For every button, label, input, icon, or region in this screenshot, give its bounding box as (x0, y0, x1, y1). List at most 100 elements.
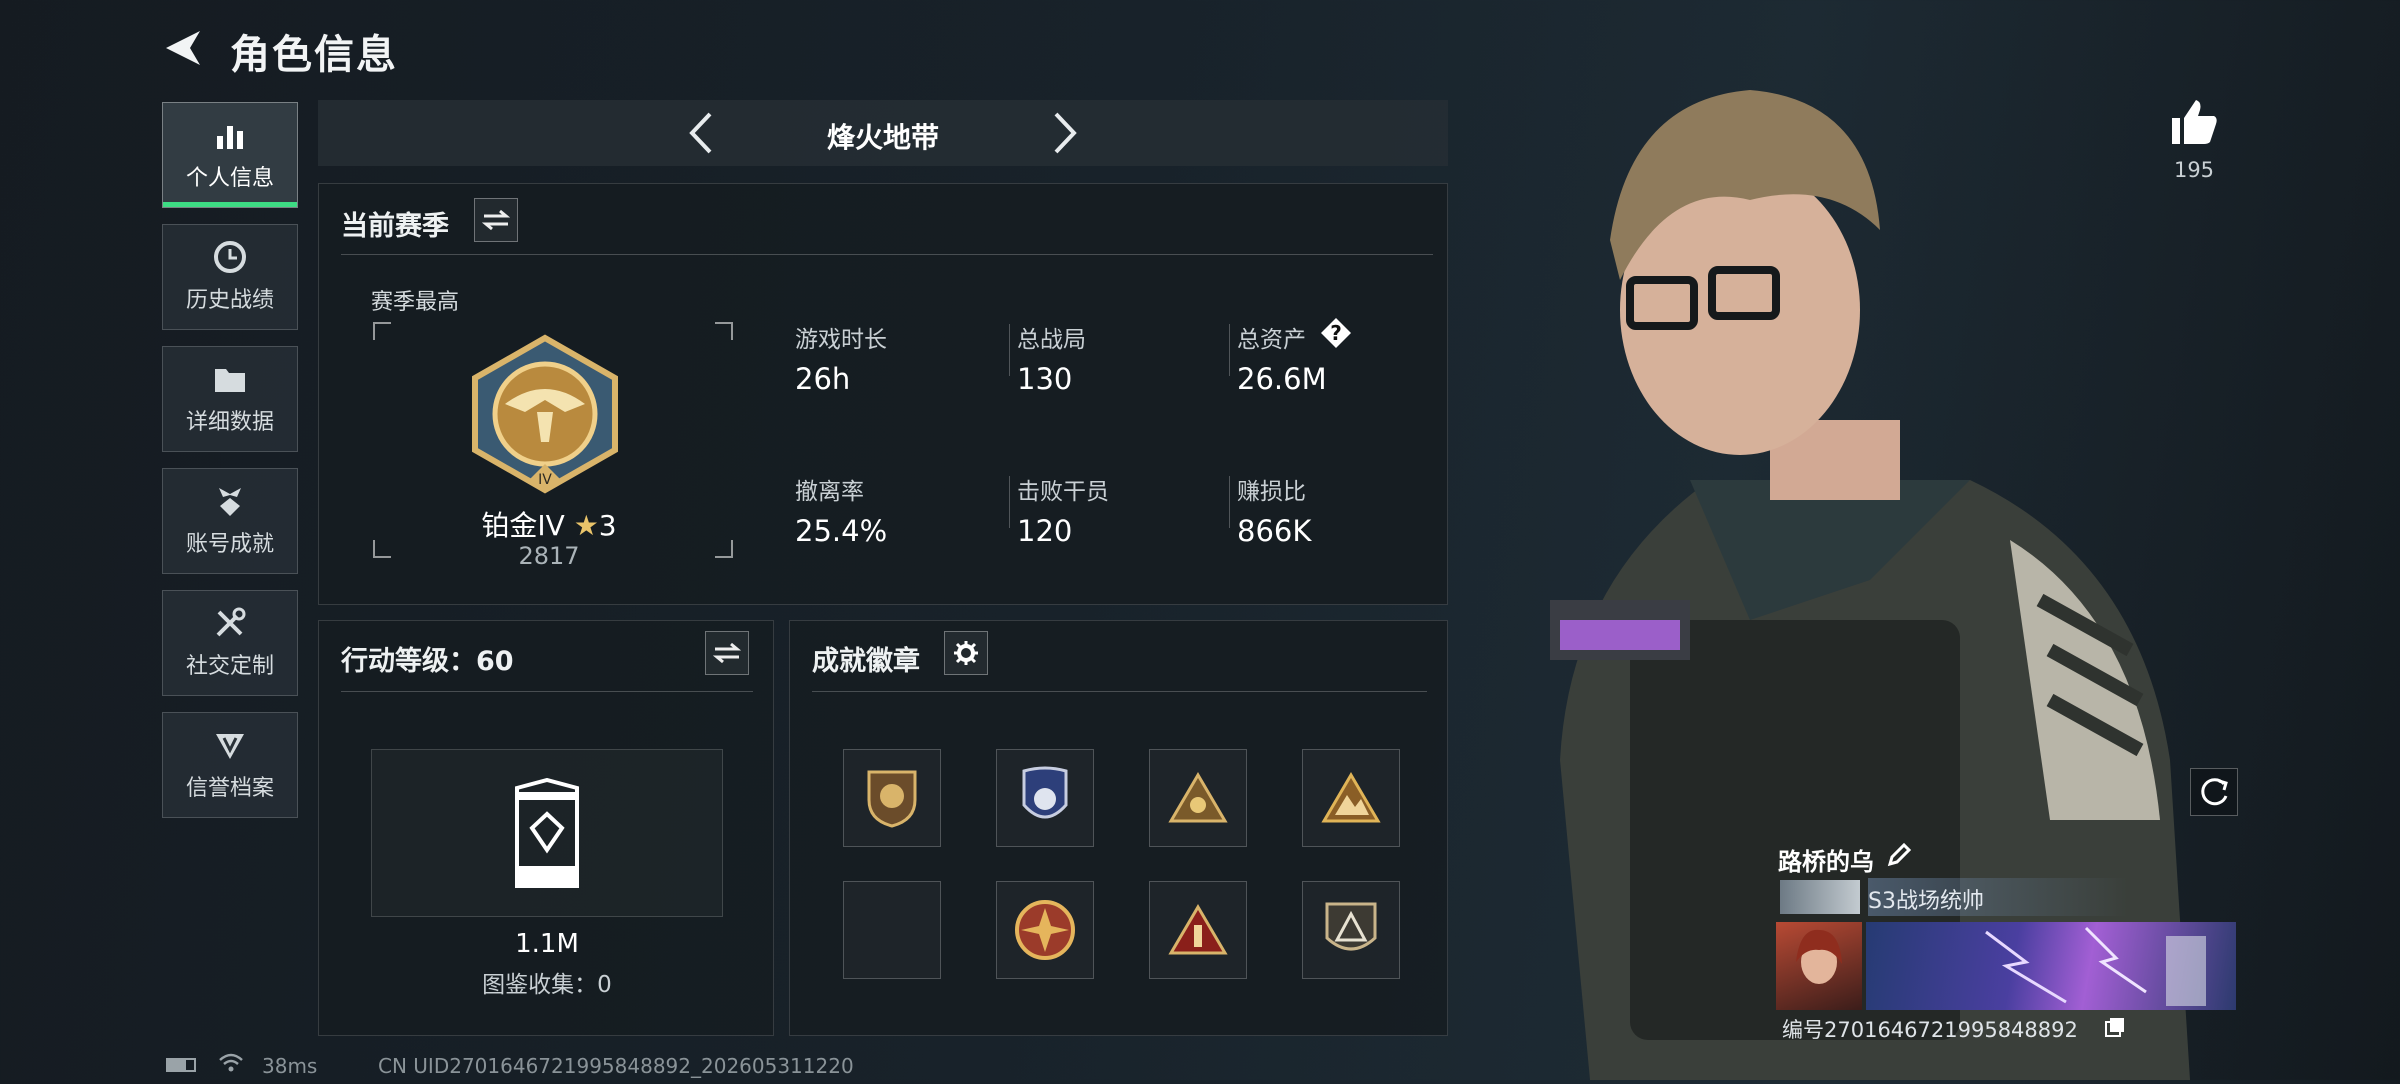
like-button[interactable] (2168, 96, 2220, 148)
display-case-icon (515, 778, 579, 888)
divider (341, 254, 1433, 255)
badges-panel: 成就徽章 (789, 620, 1448, 1036)
badge-slot-empty[interactable] (843, 881, 941, 979)
sidebar-item-label: 信誉档案 (185, 776, 274, 801)
collection-card[interactable] (371, 749, 723, 917)
stat-label: 击败干员 (1017, 479, 1109, 505)
sidebar-item-details[interactable]: 详细数据 (162, 346, 298, 452)
lightning-banner-art (1985, 926, 2206, 1006)
sidebar-item-label: 历史战绩 (185, 288, 274, 313)
svg-text:IV: IV (538, 472, 552, 488)
divider (1229, 476, 1230, 528)
player-name: 路桥的乌 (1778, 848, 1874, 876)
sidebar-item-label: 账号成就 (185, 532, 274, 557)
triangle-shield-badge-icon (1325, 902, 1377, 951)
pencil-icon (1887, 842, 1912, 867)
sidebar-item-personal-info[interactable]: 个人信息 (162, 102, 298, 208)
bar-chart-icon (213, 118, 247, 152)
battery-icon (166, 1058, 196, 1072)
next-mode-button[interactable] (1038, 108, 1088, 158)
switch-level-button[interactable] (705, 631, 749, 675)
badge-slot[interactable] (843, 749, 941, 847)
stat-label: 总战局 (1017, 327, 1086, 353)
medal-icon (213, 484, 247, 518)
action-level-panel: 行动等级：60 1.1M 图鉴收集：0 (318, 620, 774, 1036)
cross-medal-icon (1015, 900, 1075, 960)
season-title: 当前赛季 (341, 211, 449, 242)
sidebar-item-reputation[interactable]: 信誉档案 (162, 712, 298, 818)
frame-corner (373, 322, 391, 340)
ping-text: 38ms (262, 1054, 318, 1078)
collection-value: 1.1M (515, 929, 579, 959)
clock-icon (213, 240, 247, 274)
stat-label: 游戏时长 (795, 327, 887, 353)
folder-icon (213, 362, 247, 396)
divider (341, 691, 753, 692)
badges-title: 成就徽章 (812, 646, 920, 677)
badge-slot[interactable] (1302, 881, 1400, 979)
stat-value: 130 (1017, 362, 1073, 396)
badge-slot[interactable] (1302, 749, 1400, 847)
divider (1009, 476, 1010, 528)
stat-value: 26h (795, 362, 851, 396)
mountain-badge-icon (1321, 772, 1381, 823)
badge-slot[interactable] (996, 881, 1094, 979)
triangle-badge-icon (1168, 772, 1228, 823)
police-badge-icon (1022, 766, 1068, 819)
copy-id-button[interactable] (2104, 1016, 2126, 1038)
badge-slot[interactable] (996, 749, 1094, 847)
thumbs-up-icon (2172, 100, 2217, 144)
rotate-button[interactable] (2190, 768, 2238, 816)
badge-slot[interactable] (1149, 881, 1247, 979)
sidebar-item-history[interactable]: 历史战绩 (162, 224, 298, 330)
page-title: 角色信息 (230, 32, 398, 78)
season-best-label: 赛季最高 (371, 290, 460, 315)
avatar-portrait (1796, 929, 1842, 984)
rank-one-badge-icon (1168, 904, 1228, 955)
stat-label: 赚损比 (1237, 479, 1306, 505)
rank-line: 铂金IV ★3 (319, 504, 779, 544)
badge-settings-button[interactable] (944, 631, 988, 675)
title-emblem-icon (1780, 880, 1860, 914)
wifi-icon (218, 1052, 244, 1074)
sidebar-item-social[interactable]: 社交定制 (162, 590, 298, 696)
rank-emblem: IV (465, 334, 625, 494)
divider (1009, 324, 1010, 376)
lion-shield-badge-icon (867, 770, 917, 828)
rank-stars: 3 (598, 509, 617, 542)
divider (812, 691, 1427, 692)
chevron-right-icon (1054, 112, 1077, 154)
edit-name-button[interactable] (1886, 842, 1912, 868)
divider (1229, 324, 1230, 376)
switch-arrows-icon (482, 209, 510, 231)
sidebar-item-label: 详细数据 (185, 410, 274, 435)
uid-text: CN UID2701646721995848892_202605311220 (378, 1054, 854, 1078)
stat-value: 25.4% (795, 514, 888, 548)
sidebar-item-achievements[interactable]: 账号成就 (162, 468, 298, 574)
stat-value: 26.6M (1237, 362, 1327, 396)
title-bar: S3战场统帅 (1868, 878, 2128, 916)
switch-season-button[interactable] (474, 198, 518, 242)
player-title: S3战场统帅 (1868, 889, 1984, 914)
help-icon[interactable]: ? (1321, 318, 1351, 348)
rank-name: 铂金IV (481, 509, 565, 542)
player-banner[interactable] (1866, 922, 2236, 1010)
rotate-icon (2201, 778, 2228, 806)
stat-label: 撤离率 (795, 479, 864, 505)
frame-corner (715, 322, 733, 340)
star-icon: ★ (573, 509, 599, 542)
player-id: 编号2701646721995848892 (1782, 1018, 2078, 1042)
sidebar-item-label: 社交定制 (185, 654, 274, 679)
back-arrow-icon (166, 31, 200, 65)
back-button[interactable] (160, 25, 206, 71)
profile-card: 路桥的乌 S3战场统帅 编号2701646721995848892 (1774, 838, 2244, 1048)
stat-value: 120 (1017, 514, 1073, 548)
mode-selector: 烽火地带 (318, 100, 1448, 166)
shield-diamond-icon (213, 728, 247, 762)
stat-value: 866K (1237, 514, 1312, 548)
player-avatar[interactable] (1776, 922, 1862, 1010)
sidebar-item-label: 个人信息 (185, 166, 274, 191)
season-panel: 当前赛季 赛季最高 IV 铂金IV ★3 2817 游戏时长 26h 总战局 1… (318, 183, 1448, 605)
badge-slot[interactable] (1149, 749, 1247, 847)
mode-name: 烽火地带 (826, 121, 939, 154)
